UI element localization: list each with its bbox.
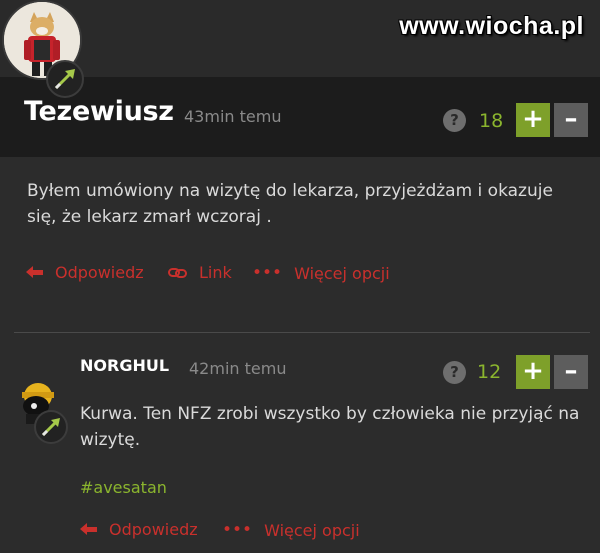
chain-link-icon <box>168 267 187 278</box>
rank-badge <box>46 60 84 98</box>
more-options-button[interactable]: ••• Więcej opcji <box>222 520 360 540</box>
vote-score: 18 <box>479 110 504 132</box>
reply-label: Odpowiedz <box>55 263 144 282</box>
comment-body: Byłem umówiony na wizytę do lekarza, prz… <box>27 181 553 227</box>
site-watermark: www.wiocha.pl <box>399 12 584 40</box>
reply-button[interactable]: Odpowiedz <box>80 520 198 539</box>
hashtag-link[interactable]: #avesatan <box>80 478 167 497</box>
more-options-button[interactable]: ••• Więcej opcji <box>252 263 390 283</box>
reply-arrow-icon <box>26 265 43 278</box>
ellipsis-icon: ••• <box>222 520 253 540</box>
comment-author[interactable]: Tezewiusz <box>24 96 174 127</box>
reply-arrow-icon <box>80 522 97 535</box>
divider <box>14 332 590 333</box>
comment-body: Kurwa. Ten NFZ zrobi wszystko by człowie… <box>80 404 580 450</box>
rank-arrow-icon <box>54 69 75 90</box>
question-icon[interactable]: ? <box>443 361 466 384</box>
ellipsis-icon: ••• <box>252 263 283 283</box>
upvote-button[interactable]: + <box>516 103 550 137</box>
vote-score: 12 <box>477 361 502 383</box>
downvote-button[interactable]: – <box>554 103 588 137</box>
link-button[interactable]: Link <box>168 263 232 282</box>
link-label: Link <box>199 263 232 282</box>
comment-timestamp[interactable]: 42min temu <box>189 359 286 378</box>
rank-arrow-icon <box>41 418 60 437</box>
question-icon[interactable]: ? <box>443 109 466 132</box>
more-options-label: Więcej opcji <box>294 263 390 283</box>
reply-button[interactable]: Odpowiedz <box>26 263 144 282</box>
comment-timestamp[interactable]: 43min temu <box>184 107 281 126</box>
reply-label: Odpowiedz <box>109 520 198 539</box>
more-options-label: Więcej opcji <box>264 520 360 540</box>
rank-badge <box>34 410 68 444</box>
upvote-button[interactable]: + <box>516 355 550 389</box>
comment-author[interactable]: NORGHUL <box>80 356 169 375</box>
downvote-button[interactable]: – <box>554 355 588 389</box>
